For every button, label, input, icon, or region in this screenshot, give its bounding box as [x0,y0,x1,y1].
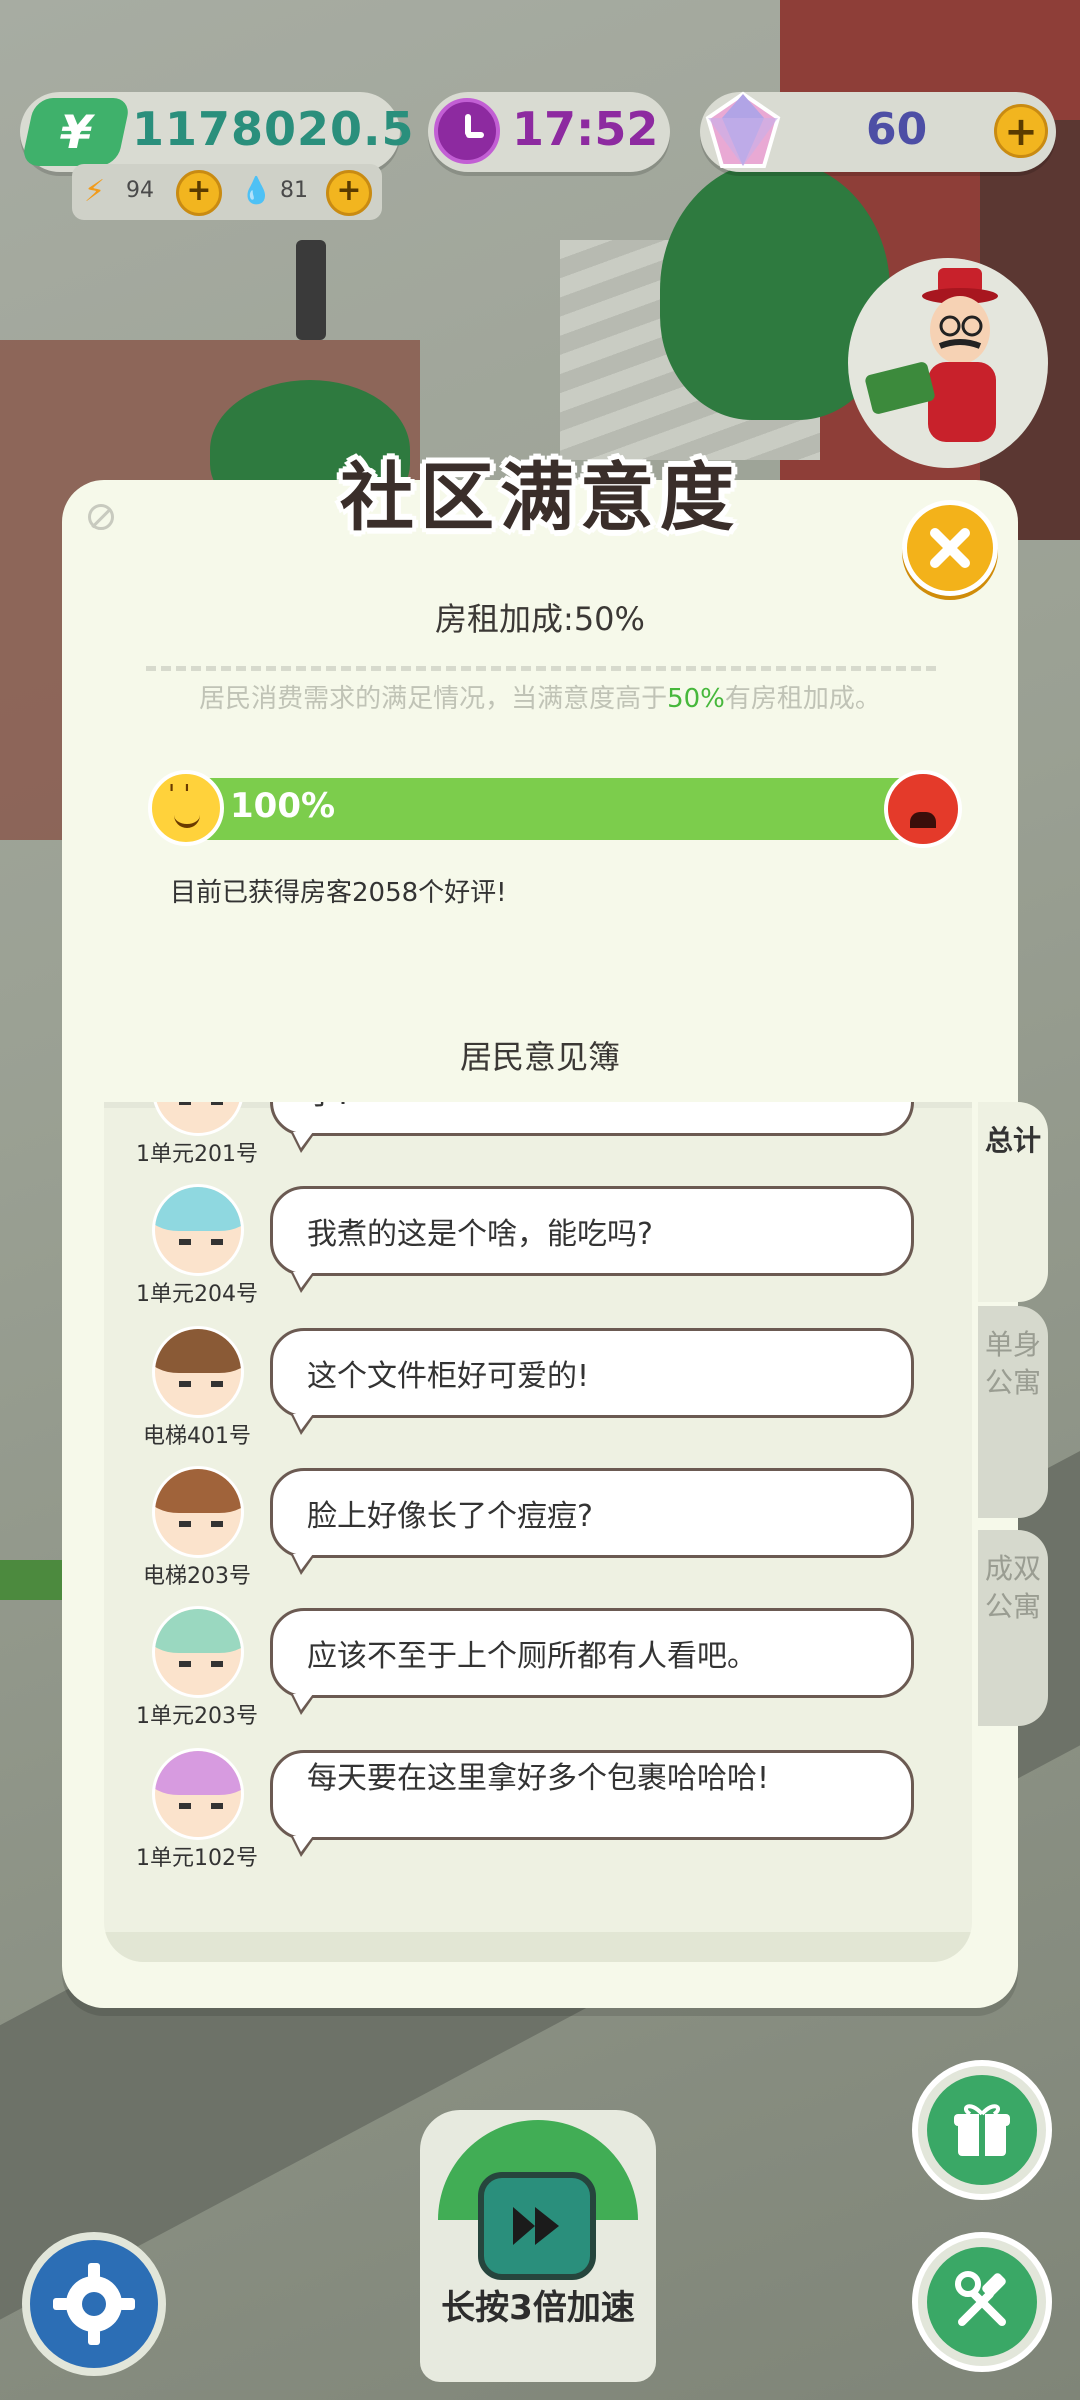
avatar-eyes [179,1381,223,1387]
avatar-hair [155,1187,241,1231]
lightning-icon: ⚡ [84,174,106,209]
resident-room: 1单元201号 [136,1142,258,1167]
comment-text: 脸上好像长了个痘痘? [307,1499,593,1534]
comment-row: 电梯203号 脸上好像长了个痘痘? [104,1456,972,1596]
opinion-book-title: 居民意见簿 [459,1038,620,1076]
prohibited-icon [88,504,114,530]
description-suffix: 有房租加成。 [724,684,881,714]
close-button[interactable] [902,500,998,596]
landlord-avatar-icon [865,268,998,442]
dashed-divider [146,666,936,671]
comment-bubble: 脸上好像长了个痘痘? [270,1468,914,1575]
comment-list[interactable]: 1单元201号 了! 1单元204号 我煮的这是个啥，能吃吗? 电梯401号 这… [104,1102,972,1962]
comment-bubble: 这个文件柜好可爱的! [270,1328,914,1435]
comment-bubble: 我煮的这是个啥，能吃吗? [270,1186,914,1293]
clock-time: 17:52 [512,102,659,156]
description-threshold: 50% [667,684,725,714]
money-icon: ¥ [20,98,132,166]
resident-room: 1单元203号 [136,1704,258,1729]
energy-value: 94 [126,178,154,203]
good-reviews-count: 目前已获得房客2058个好评! [170,878,507,908]
add-gems-button[interactable]: + [994,104,1048,158]
resident-room: 1单元102号 [136,1846,258,1871]
avatar-eyes [179,1102,223,1105]
comment-text: 了! [307,1102,827,1117]
comment-bubble: 应该不至于上个厕所都有人看吧。 [270,1608,914,1715]
fast-forward-icon [513,2207,559,2245]
comment-row: 1单元204号 我煮的这是个啥，能吃吗? [104,1174,972,1314]
comment-row: 1单元203号 应该不至于上个厕所都有人看吧。 [104,1596,972,1736]
tools-button[interactable] [912,2232,1052,2372]
rent-bonus-label: 房租加成:50% [435,600,645,638]
resident-room: 电梯401号 [143,1424,251,1449]
water-drop-icon: 💧 [240,176,273,206]
resident-avatar [152,1748,244,1840]
resident-room: 电梯203号 [143,1564,251,1589]
avatar-hair [155,1751,241,1795]
close-icon [930,528,970,568]
gem-counter: 60 + [700,91,1056,172]
tab-single-apartment[interactable]: 单身公寓 [978,1306,1048,1518]
add-water-button[interactable]: + [326,170,372,216]
comment-row: 1单元102号 每天要在这里拿好多个包裹哈哈哈! [104,1738,972,1878]
resident-avatar [152,1606,244,1698]
settings-button[interactable] [22,2232,166,2376]
gift-button[interactable] [912,2060,1052,2200]
comment-bubble: 每天要在这里拿好多个包裹哈哈哈! [270,1750,914,1857]
comment-text: 我煮的这是个啥，能吃吗? [307,1217,653,1252]
wrench-hammer-icon [955,2271,1006,2326]
community-satisfaction-dialog: 社区满意度 房租加成:50% 居民消费需求的满足情况，当满意度高于50%有房租加… [62,455,1018,2008]
satisfaction-description: 居民消费需求的满足情况，当满意度高于50%有房租加成。 [62,678,1018,715]
landlord-character[interactable] [848,258,1048,468]
comment-text: 每天要在这里拿好多个包裹哈哈哈! [307,1761,770,1796]
speed-up-label: 长按3倍加速 [441,2288,635,2328]
speed-up-button[interactable]: 长按3倍加速 [420,2110,656,2382]
resource-counter: ⚡ 94 + 💧 81 + [72,164,382,220]
resident-avatar [152,1102,244,1136]
resident-avatar [152,1184,244,1276]
gift-icon [954,2104,1010,2156]
happy-face-icon [148,770,224,846]
avatar-hair [155,1329,241,1373]
gem-icon [705,91,781,168]
water-value: 81 [280,178,308,203]
money-symbol: ¥ [54,105,98,159]
dialog-title: 社区满意度 [340,455,740,541]
comment-text: 应该不至于上个厕所都有人看吧。 [307,1639,757,1674]
resident-avatar [152,1326,244,1418]
tools-button-inner [927,2247,1037,2357]
avatar-eyes [179,1239,223,1245]
game-clock: 17:52 [428,92,670,172]
resident-room: 1单元204号 [136,1282,258,1307]
resident-avatar [152,1466,244,1558]
avatar-hair [155,1609,241,1653]
money-value: 1178020.5 [132,102,415,156]
angry-face-icon [884,770,962,848]
avatar-eyes [179,1521,223,1527]
gear-icon [53,2263,135,2345]
tab-total[interactable]: 总计 [978,1102,1048,1302]
avatar-eyes [179,1803,223,1809]
clock-icon [434,98,500,164]
tv-icon [478,2172,596,2280]
avatar-hair [155,1469,241,1513]
comment-bubble: 了! [270,1102,914,1153]
gift-button-inner [927,2075,1037,2185]
comment-row: 1单元201号 了! [104,1102,972,1174]
street-lamp [296,240,326,340]
tab-couple-apartment[interactable]: 成双公寓 [978,1530,1048,1726]
gem-value: 60 [866,104,928,155]
money-counter: ¥ 1178020.5 [20,92,414,172]
comment-row: 电梯401号 这个文件柜好可爱的! [104,1316,972,1456]
comment-text: 这个文件柜好可爱的! [307,1359,590,1394]
description-text: 居民消费需求的满足情况，当满意度高于 [199,684,668,714]
satisfaction-percent: 100% [230,786,336,826]
avatar-eyes [179,1661,223,1667]
add-energy-button[interactable]: + [176,170,222,216]
